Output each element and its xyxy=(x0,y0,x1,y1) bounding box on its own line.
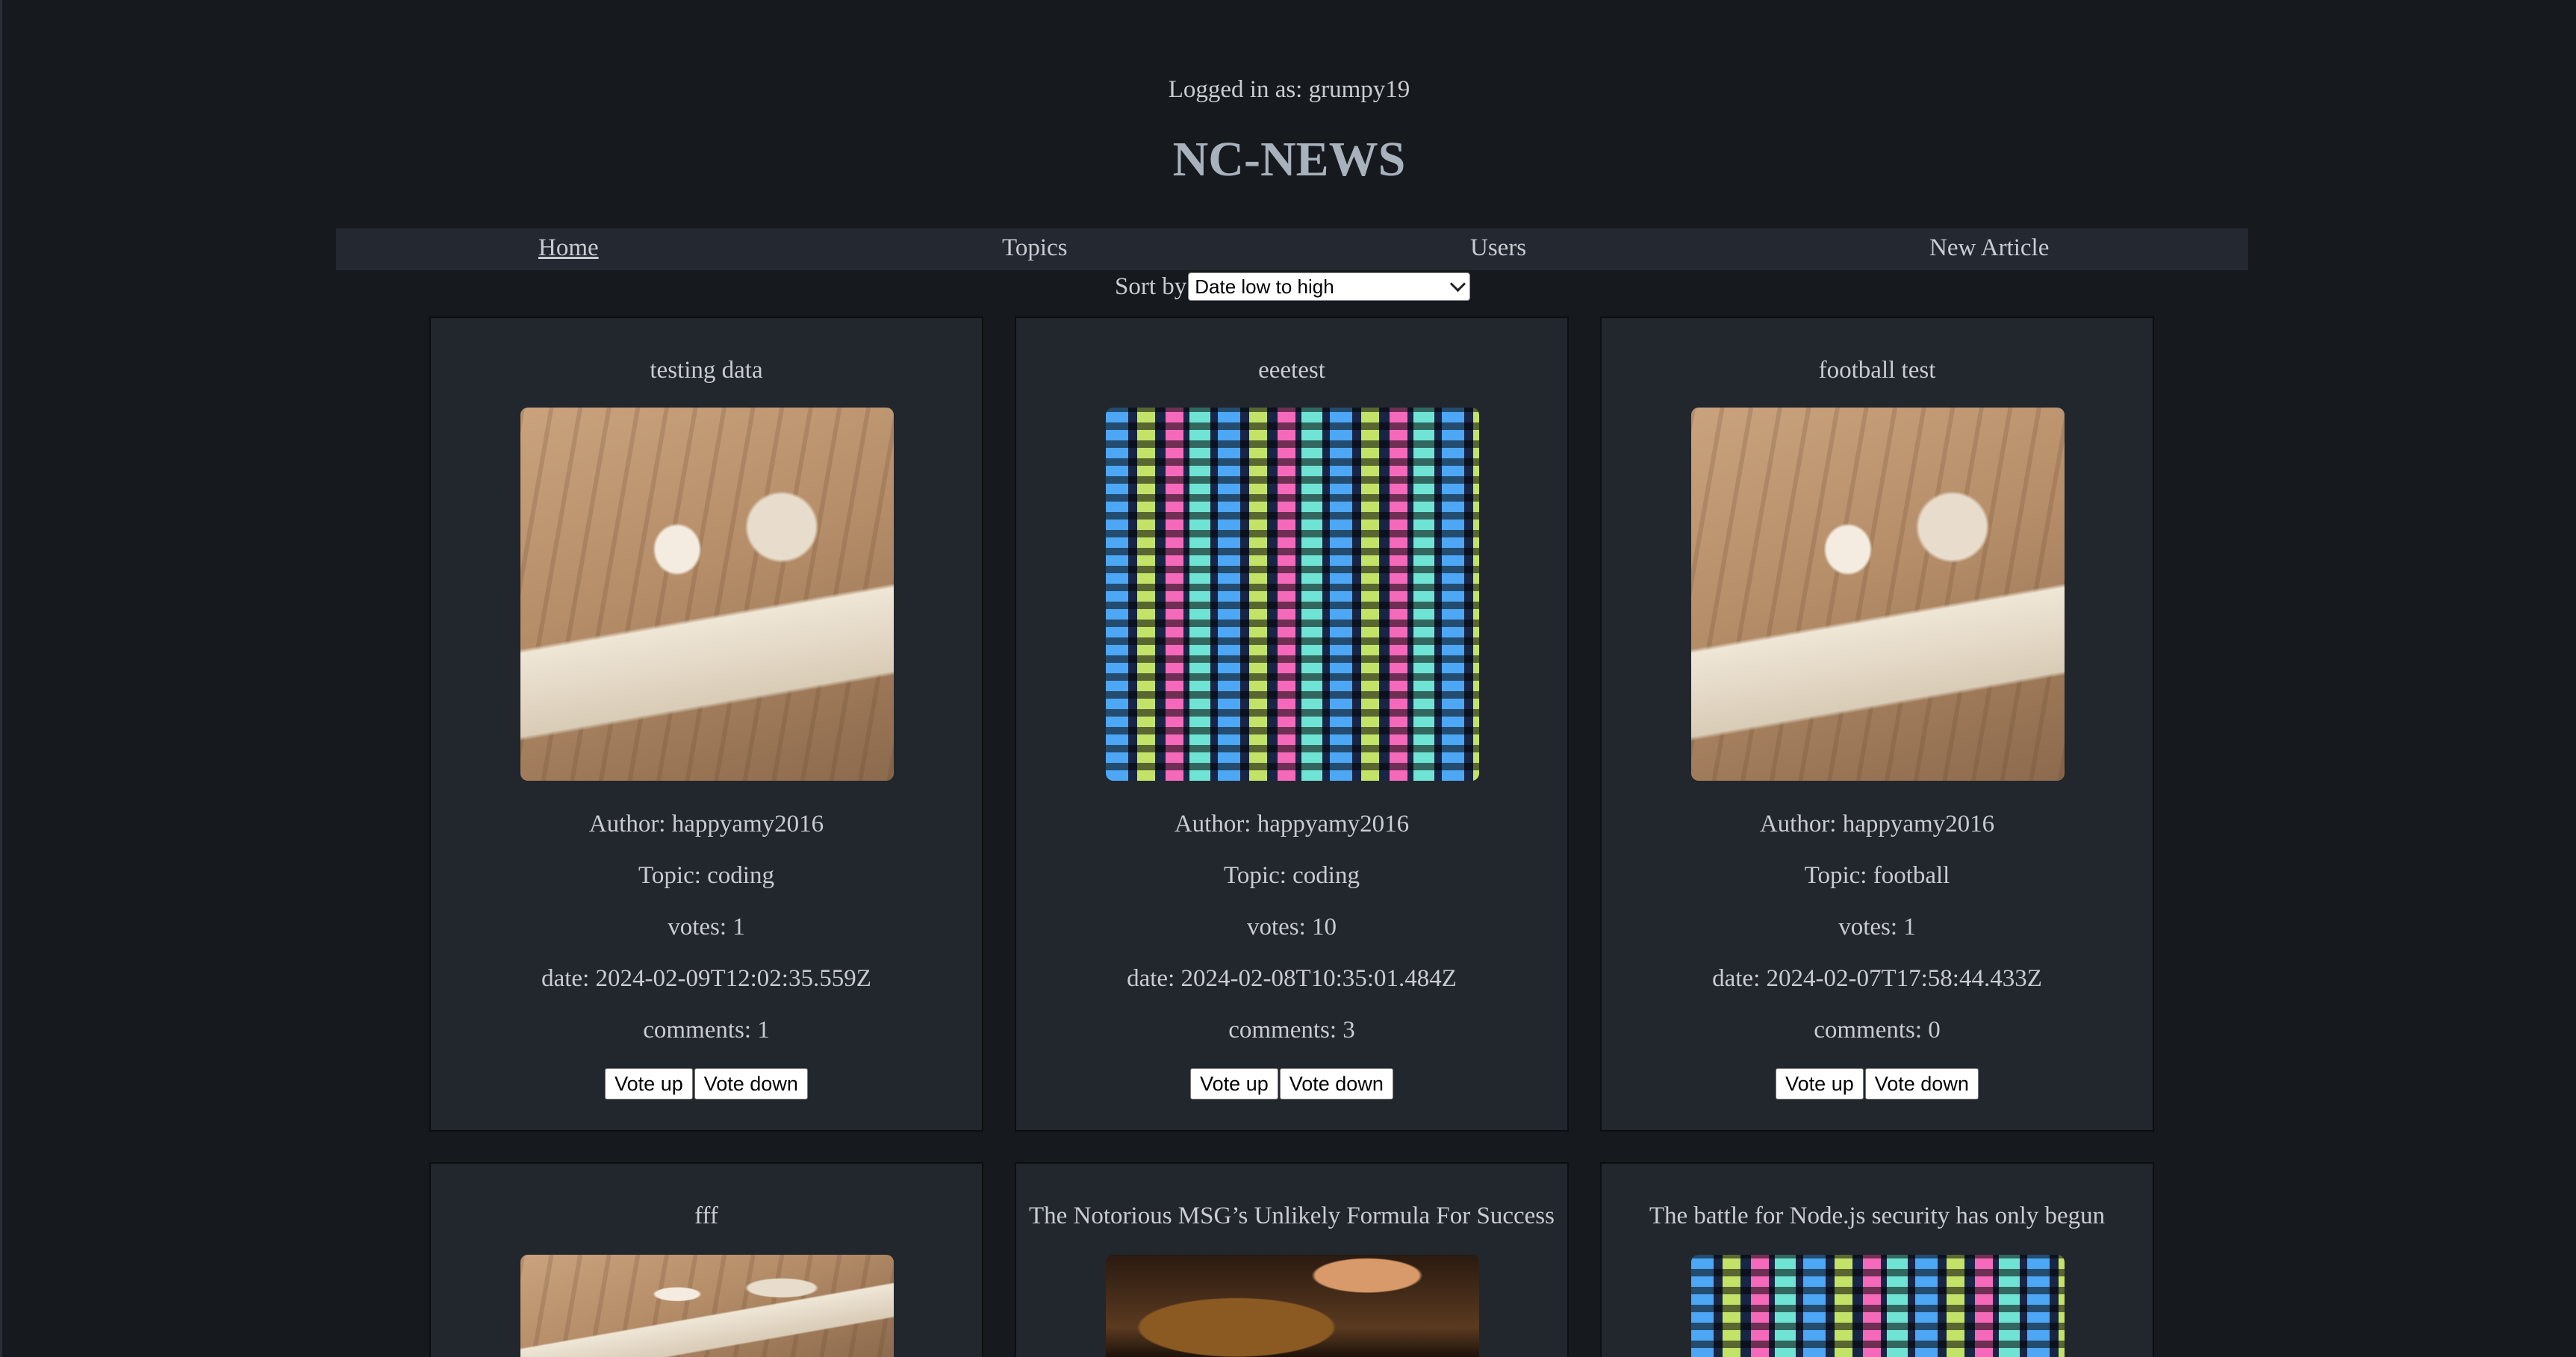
article-title[interactable]: fff xyxy=(431,1202,982,1230)
article-comments: comments: 3 xyxy=(1228,1017,1355,1044)
article-comments: comments: 0 xyxy=(1814,1017,1941,1044)
article-title[interactable]: The battle for Node.js security has only… xyxy=(1602,1202,2153,1230)
sort-selected-value: Date low to high xyxy=(1195,275,1334,298)
vote-buttons: Vote up Vote down xyxy=(1016,1068,1567,1100)
article-comments: comments: 1 xyxy=(643,1017,770,1044)
article-image[interactable] xyxy=(520,1255,894,1357)
nav-topics-link[interactable]: Topics xyxy=(1002,234,1068,262)
article-image[interactable] xyxy=(1106,408,1479,781)
article-card[interactable]: The battle for Node.js security has only… xyxy=(1600,1162,2154,1357)
article-card[interactable]: eeetest Author: happyamy2016 Topic: codi… xyxy=(1015,316,1569,1132)
article-card[interactable]: fff xyxy=(429,1162,983,1357)
article-title[interactable]: testing data xyxy=(431,357,982,384)
article-votes: votes: 1 xyxy=(1838,914,1916,940)
sort-control: Sort by Date low to high xyxy=(1115,272,1471,302)
site-title: NC-NEWS xyxy=(1172,132,1406,187)
page: Logged in as: grumpy19 NC-NEWS Home Topi… xyxy=(0,0,2576,1357)
vote-buttons: Vote up Vote down xyxy=(1602,1068,2153,1100)
nav-new-article-link[interactable]: New Article xyxy=(1929,234,2049,262)
article-topic: Topic: coding xyxy=(638,862,774,889)
article-topic: Topic: coding xyxy=(1224,862,1360,889)
article-votes: votes: 10 xyxy=(1246,914,1337,940)
article-date: date: 2024-02-08T10:35:01.484Z xyxy=(1127,965,1457,992)
article-image[interactable] xyxy=(1106,1255,1479,1357)
sort-select[interactable]: Date low to high xyxy=(1188,272,1471,301)
logged-in-status: Logged in as: grumpy19 xyxy=(1168,76,1410,103)
article-title[interactable]: eeetest xyxy=(1016,357,1567,384)
article-author: Author: happyamy2016 xyxy=(1759,811,1995,837)
article-image[interactable] xyxy=(1691,1255,2065,1357)
vote-buttons: Vote up Vote down xyxy=(431,1068,982,1100)
article-image[interactable] xyxy=(520,408,894,781)
main-nav: Home Topics Users New Article xyxy=(336,228,2248,270)
vote-down-button[interactable]: Vote down xyxy=(1279,1068,1393,1100)
article-title[interactable]: The Notorious MSG’s Unlikely Formula For… xyxy=(1016,1202,1567,1230)
article-image[interactable] xyxy=(1691,408,2065,781)
article-date: date: 2024-02-09T12:02:35.559Z xyxy=(541,965,871,992)
chevron-down-icon xyxy=(1450,275,1466,292)
vote-up-button[interactable]: Vote up xyxy=(1190,1068,1278,1100)
article-topic: Topic: football xyxy=(1804,862,1950,889)
nav-home-link[interactable]: Home xyxy=(538,234,599,262)
article-date: date: 2024-02-07T17:58:44.433Z xyxy=(1712,965,2042,992)
sort-label: Sort by xyxy=(1115,272,1187,300)
article-author: Author: happyamy2016 xyxy=(588,811,824,837)
article-card[interactable]: football test Author: happyamy2016 Topic… xyxy=(1600,316,2154,1132)
article-title[interactable]: football test xyxy=(1602,357,2153,384)
article-card[interactable]: testing data Author: happyamy2016 Topic:… xyxy=(429,316,983,1132)
vote-down-button[interactable]: Vote down xyxy=(1864,1068,1979,1100)
vote-down-button[interactable]: Vote down xyxy=(694,1068,808,1100)
vote-up-button[interactable]: Vote up xyxy=(1776,1068,1864,1100)
nav-users-link[interactable]: Users xyxy=(1470,234,1526,262)
article-card[interactable]: The Notorious MSG’s Unlikely Formula For… xyxy=(1015,1162,1569,1357)
article-author: Author: happyamy2016 xyxy=(1174,811,1410,837)
vote-up-button[interactable]: Vote up xyxy=(605,1068,693,1100)
article-votes: votes: 1 xyxy=(668,914,745,940)
